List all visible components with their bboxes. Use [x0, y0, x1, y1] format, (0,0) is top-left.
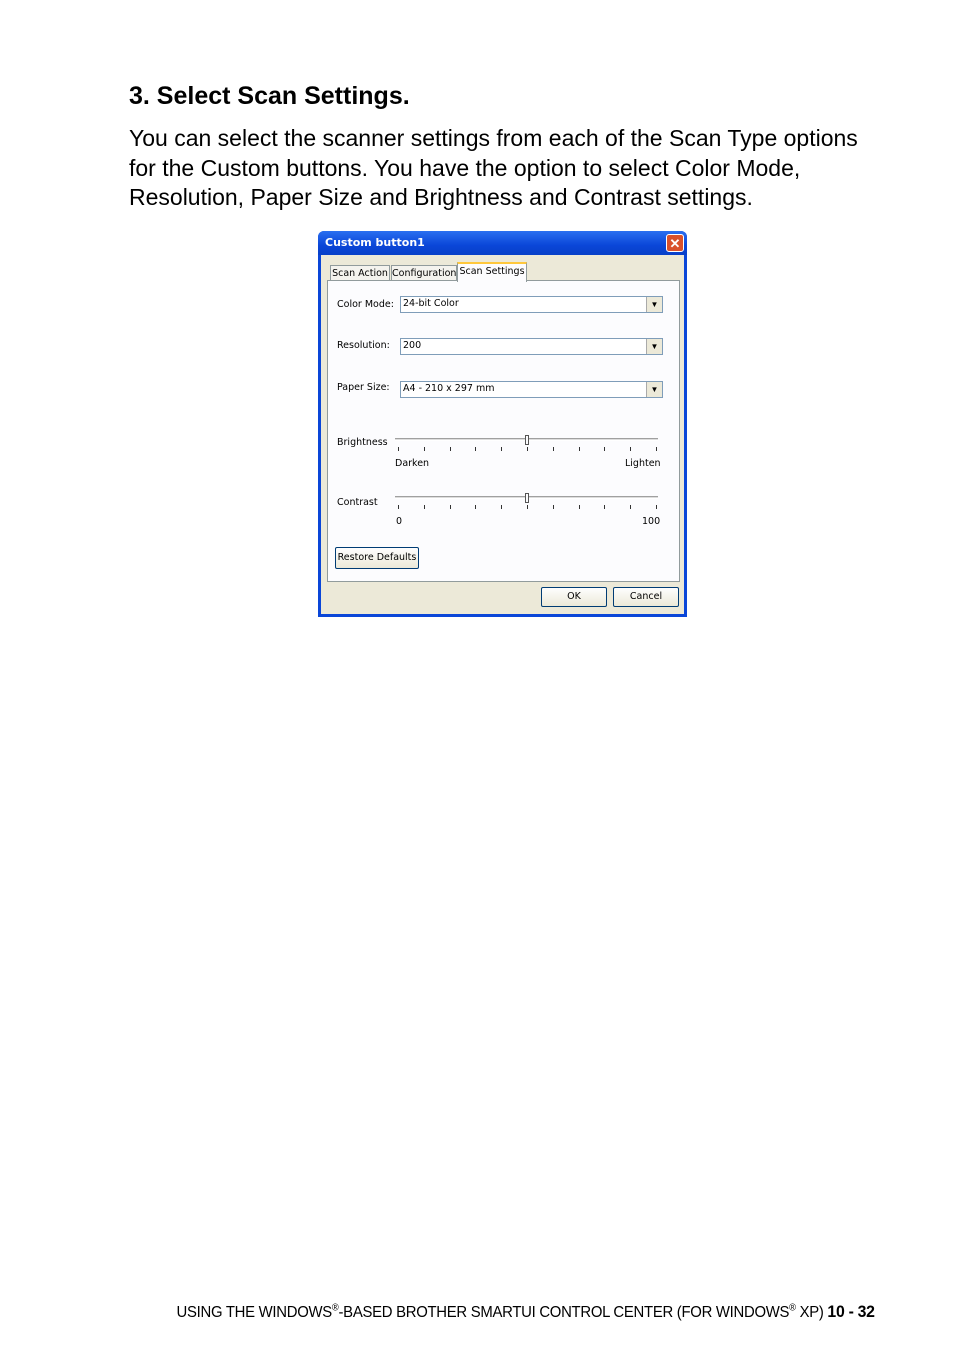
resolution-label: Resolution:	[337, 340, 390, 351]
contrast-tick	[552, 505, 554, 509]
contrast-tick	[398, 505, 399, 509]
contrast-max-label: 100	[642, 516, 661, 527]
dialog-client-area: Scan Action Configuration Scan Settings …	[321, 255, 684, 614]
brightness-tick	[552, 447, 554, 451]
brightness-max-label: Lighten	[625, 458, 661, 469]
contrast-tick	[656, 505, 657, 509]
tab-configuration[interactable]: Configuration	[391, 265, 457, 281]
dialog-titlebar[interactable]: Custom button1 ✕	[318, 231, 687, 255]
brightness-tick	[501, 447, 503, 451]
contrast-min-label: 0	[396, 516, 403, 527]
section-heading: 3. Select Scan Settings.	[129, 82, 410, 110]
scan-settings-panel: Color Mode: 24-bit Color ▼ Resolution: 2…	[327, 280, 680, 582]
brightness-tick	[423, 447, 425, 451]
ok-button[interactable]: OK	[541, 587, 607, 607]
brightness-tick	[630, 447, 632, 451]
contrast-tick	[604, 505, 606, 509]
footer-text-c: XP)	[796, 1304, 828, 1321]
contrast-tick	[630, 505, 632, 509]
dialog-title: Custom button1	[325, 236, 425, 249]
contrast-label: Contrast	[337, 497, 378, 508]
brightness-min-label: Darken	[395, 458, 430, 469]
paper-size-select[interactable]: A4 - 210 x 297 mm ▼	[400, 381, 663, 398]
brightness-tick	[527, 447, 528, 451]
brightness-label: Brightness	[337, 437, 388, 448]
contrast-tick	[423, 505, 425, 509]
brightness-tick	[578, 447, 580, 451]
resolution-value: 200	[403, 340, 422, 351]
footer-text-b: -BASED BROTHER SMARTUI CONTROL CENTER (F…	[338, 1304, 790, 1321]
intro-paragraph: You can select the scanner settings from…	[129, 125, 858, 210]
brightness-tick	[656, 447, 657, 451]
paper-size-value: A4 - 210 x 297 mm	[403, 383, 495, 394]
page-number: 10 - 32	[827, 1302, 876, 1321]
color-mode-select[interactable]: 24-bit Color ▼	[400, 296, 663, 313]
contrast-slider-thumb[interactable]	[525, 493, 529, 503]
chevron-down-icon[interactable]: ▼	[646, 382, 662, 397]
color-mode-label: Color Mode:	[337, 299, 394, 310]
contrast-tick	[475, 505, 477, 509]
paper-size-label: Paper Size:	[337, 382, 390, 393]
custom-button-dialog: Custom button1 ✕ Scan Action Configurati…	[318, 231, 687, 617]
tab-scan-settings[interactable]: Scan Settings	[457, 262, 527, 282]
restore-defaults-button[interactable]: Restore Defaults	[335, 547, 419, 569]
cancel-button[interactable]: Cancel	[613, 587, 679, 607]
brightness-tick	[475, 447, 477, 451]
footer-text-a: USING THE WINDOWS	[176, 1304, 333, 1321]
close-icon[interactable]: ✕	[666, 234, 684, 252]
contrast-tick	[501, 505, 503, 509]
tab-scan-action[interactable]: Scan Action	[330, 265, 390, 281]
brightness-tick	[398, 447, 399, 451]
contrast-ticks	[398, 505, 657, 509]
chevron-down-icon[interactable]: ▼	[646, 339, 662, 354]
resolution-select[interactable]: 200 ▼	[400, 338, 663, 355]
contrast-tick	[578, 505, 580, 509]
contrast-tick	[527, 505, 528, 509]
color-mode-value: 24-bit Color	[403, 298, 459, 309]
chevron-down-icon[interactable]: ▼	[646, 297, 662, 312]
brightness-tick	[604, 447, 606, 451]
brightness-slider-thumb[interactable]	[525, 435, 529, 445]
contrast-tick	[449, 505, 451, 509]
brightness-ticks	[398, 447, 657, 451]
page-footer: USING THE WINDOWS®-BASED BROTHER SMARTUI…	[177, 1302, 875, 1322]
brightness-tick	[449, 447, 451, 451]
